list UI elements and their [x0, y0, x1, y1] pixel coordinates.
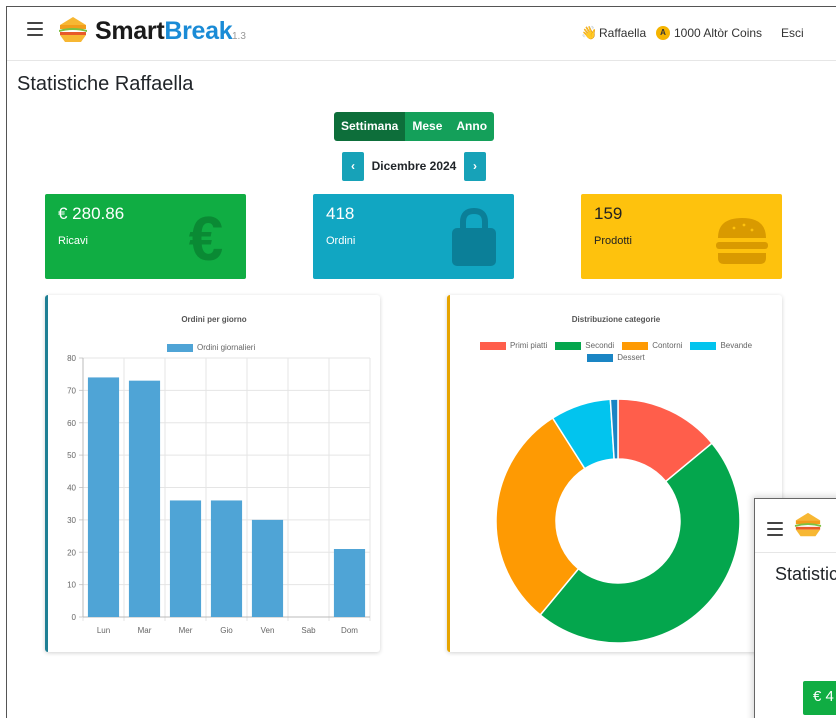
- products-card: 159 Prodotti: [581, 194, 782, 279]
- current-month-label: Dicembre 2024: [371, 159, 457, 173]
- x-tick-label: Mer: [179, 626, 193, 635]
- month-navigator: ‹ Dicembre 2024 ›: [342, 152, 486, 181]
- bar-gio[interactable]: [210, 500, 243, 617]
- bar-mer[interactable]: [169, 500, 202, 617]
- coin-balance: 1000 Altòr Coins: [674, 26, 763, 40]
- overlay-menu-icon[interactable]: [767, 522, 783, 536]
- orders-card: 418 Ordini: [313, 194, 514, 279]
- overlay-revenue-card: € 4: [803, 681, 836, 715]
- overlay-page-title: Statistiche Raffaella: [775, 564, 836, 584]
- y-tick-label: 80: [67, 354, 76, 363]
- orders-per-day-card: Ordini per giorno Ordini giornalieri 0 10…: [45, 295, 380, 652]
- overlay-sandwich-logo-icon: [794, 512, 822, 537]
- y-tick-label: 50: [67, 451, 76, 460]
- orders-value: 418: [326, 204, 355, 223]
- y-tick-label: 20: [67, 548, 76, 557]
- next-month-button[interactable]: ›: [464, 152, 486, 181]
- prev-month-button[interactable]: ‹: [342, 152, 364, 181]
- category-distribution-card: Distribuzione categorie Primi piatti Seco…: [447, 295, 782, 652]
- orders-label: Ordini: [326, 235, 356, 247]
- page-title: Statistiche Raffaella: [17, 73, 194, 95]
- wave-icon: 👋: [581, 25, 598, 40]
- y-tick-label: 40: [67, 484, 76, 493]
- bar-ven[interactable]: [251, 519, 284, 617]
- x-tick-label: Mar: [138, 626, 152, 635]
- logout-link[interactable]: Esci: [781, 26, 804, 40]
- y-tick-label: 70: [67, 386, 76, 395]
- overlay-navbar: [755, 499, 836, 553]
- brand-logo[interactable]: SmartBreak: [95, 17, 233, 46]
- shopping-bag-icon: [452, 207, 496, 266]
- revenue-value: € 280.86: [58, 204, 125, 223]
- svg-text:€: €: [189, 206, 223, 268]
- period-week-button[interactable]: Settimana: [334, 112, 406, 141]
- y-tick-label: 0: [72, 613, 77, 622]
- burger-icon: [716, 218, 768, 264]
- version-label: 1.3: [232, 31, 246, 42]
- x-tick-label: Dom: [341, 626, 358, 635]
- coin-icon: A: [656, 26, 670, 40]
- x-tick-label: Sab: [301, 626, 316, 635]
- period-month-button[interactable]: Mese: [405, 112, 450, 141]
- app-window: SmartBreak 1.3 👋 Raffaella A 1000 Altòr …: [6, 6, 836, 718]
- y-tick-label: 30: [67, 516, 76, 525]
- x-tick-label: Ven: [261, 626, 275, 635]
- bar-dom[interactable]: [333, 549, 366, 617]
- revenue-label: Ricavi: [58, 235, 88, 247]
- sandwich-logo-icon[interactable]: [57, 15, 89, 45]
- bar-mar[interactable]: [128, 380, 161, 617]
- y-tick-label: 10: [67, 581, 76, 590]
- revenue-card: € 280.86 Ricavi €: [45, 194, 246, 279]
- user-name[interactable]: Raffaella: [599, 26, 646, 40]
- donut-chart: [495, 398, 741, 644]
- bar-chart: 0 10 20 30 40 50 60 70 80 Lun Mar Mer Gio Ven Sab Dom: [67, 354, 371, 635]
- period-toggle: Settimana Mese Anno: [334, 112, 495, 141]
- euro-icon: €: [189, 206, 223, 268]
- period-year-button[interactable]: Anno: [449, 112, 495, 141]
- x-tick-label: Gio: [220, 626, 233, 635]
- y-tick-label: 60: [67, 419, 76, 428]
- products-value: 159: [594, 204, 623, 223]
- x-tick-label: Lun: [97, 626, 110, 635]
- overlay-window: Statistiche Raffaella € 4: [754, 498, 836, 718]
- menu-icon[interactable]: [27, 22, 43, 36]
- navbar: SmartBreak 1.3 👋 Raffaella A 1000 Altòr …: [7, 7, 836, 61]
- bar-lun[interactable]: [87, 377, 120, 617]
- products-label: Prodotti: [594, 235, 632, 247]
